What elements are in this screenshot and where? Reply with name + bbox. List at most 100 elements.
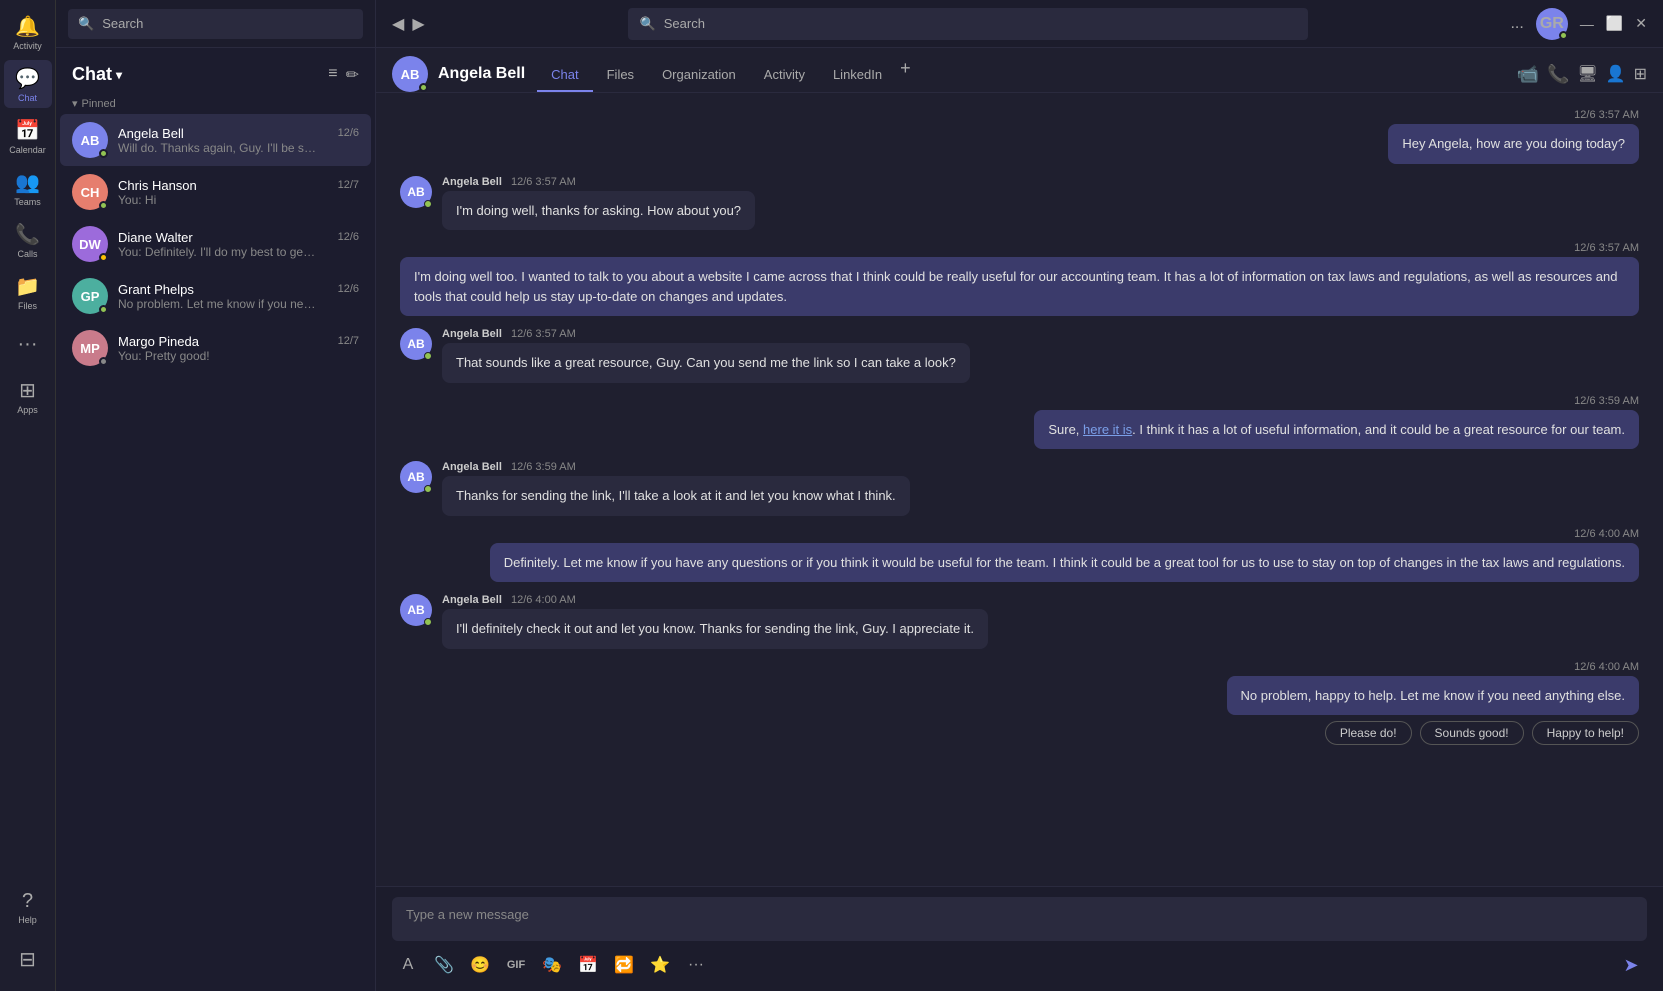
forward-icon[interactable]: ▶ — [412, 14, 424, 34]
chat-preview: Will do. Thanks again, Guy. I'll be sure… — [118, 141, 318, 155]
message-bubble: Hey Angela, how are you doing today? — [1388, 124, 1639, 164]
chat-item-chris-hanson[interactable]: CH Chris Hanson 12/7 You: Hi — [60, 166, 371, 218]
chat-icon: 💬 — [15, 66, 40, 91]
praise-icon[interactable]: ⭐ — [644, 949, 676, 981]
user-avatar[interactable]: GR — [1536, 8, 1568, 40]
filter-icon[interactable]: ≡ — [328, 65, 337, 85]
message-row-8: AB Angela Bell 12/6 4:00 AM I'll definit… — [400, 594, 1639, 649]
message-bubble: No problem, happy to help. Let me know i… — [1227, 676, 1639, 716]
sidebar-item-teams[interactable]: 👥 Teams — [4, 164, 52, 212]
gif-icon[interactable]: GIF — [500, 949, 532, 981]
message-toolbar: A 📎 😊 GIF 🎭 📅 🔁 ⭐ ··· ➤ — [392, 949, 1647, 981]
sidebar-item-calls[interactable]: 📞 Calls — [4, 216, 52, 264]
user-status-dot — [1559, 31, 1568, 40]
emoji-icon[interactable]: 😊 — [464, 949, 496, 981]
back-icon[interactable]: ◀ — [392, 14, 404, 34]
message-avatar: AB — [400, 176, 432, 208]
top-search-bar: 🔍 Search — [56, 0, 375, 48]
chat-item-margo-pineda[interactable]: MP Margo Pineda 12/7 You: Pretty good! — [60, 322, 371, 374]
sidebar-title: Chat ▾ — [72, 64, 122, 85]
chat-item-grant-phelps[interactable]: GP Grant Phelps 12/6 No problem. Let me … — [60, 270, 371, 322]
message-header: Angela Bell 12/6 3:59 AM — [442, 461, 910, 473]
format-text-icon[interactable]: A — [392, 949, 424, 981]
message-row-own-3: 12/6 3:57 AM I'm doing well too. I wante… — [400, 242, 1639, 316]
quick-reply-please-do[interactable]: Please do! — [1325, 721, 1412, 745]
quick-reply-sounds-good[interactable]: Sounds good! — [1420, 721, 1524, 745]
tab-files[interactable]: Files — [593, 59, 648, 92]
chat-apps-icon[interactable]: ⊞ — [1634, 64, 1647, 84]
sidebar-item-activity[interactable]: 🔔 Activity — [4, 8, 52, 56]
chat-item-angela-bell[interactable]: AB Angela Bell 12/6 Will do. Thanks agai… — [60, 114, 371, 166]
message-row-6: AB Angela Bell 12/6 3:59 AM Thanks for s… — [400, 461, 1639, 516]
schedule-meet-icon[interactable]: 📅 — [572, 949, 604, 981]
help-icon: ? — [22, 890, 33, 913]
chat-list: AB Angela Bell 12/6 Will do. Thanks agai… — [56, 114, 375, 374]
activity-icon: 🔔 — [15, 14, 40, 39]
sticker-icon[interactable]: 🎭 — [536, 949, 568, 981]
tab-activity[interactable]: Activity — [750, 59, 819, 92]
message-bubble: I'll definitely check it out and let you… — [442, 609, 988, 649]
link-here-it-is[interactable]: here it is — [1083, 422, 1132, 437]
chat-date: 12/7 — [338, 179, 359, 191]
message-timestamp: 12/6 4:00 AM — [1574, 528, 1639, 540]
loop-icon[interactable]: 🔁 — [608, 949, 640, 981]
message-input-area: Type a new message A 📎 😊 GIF 🎭 📅 🔁 ⭐ ···… — [376, 886, 1663, 991]
new-chat-icon[interactable]: ✏ — [346, 65, 359, 85]
sidebar-item-more[interactable]: ··· — [4, 320, 52, 368]
chat-label: Chat — [18, 93, 37, 103]
chat-date: 12/6 — [338, 127, 359, 139]
message-input-box[interactable]: Type a new message — [392, 897, 1647, 941]
quick-reply-happy-to-help[interactable]: Happy to help! — [1532, 721, 1639, 745]
apps-icon: ⊞ — [19, 378, 36, 403]
quick-replies: Please do! Sounds good! Happy to help! — [1325, 721, 1639, 745]
sidebar-item-panel[interactable]: ⊟ — [4, 935, 52, 983]
message-content: Angela Bell 12/6 3:59 AM Thanks for send… — [442, 461, 910, 516]
sidebar-item-apps[interactable]: ⊞ Apps — [4, 372, 52, 420]
calls-icon: 📞 — [15, 222, 40, 247]
attach-file-icon[interactable]: 📎 — [428, 949, 460, 981]
chat-header-actions: 📹 📞 🖥 👤 ⊞ — [1517, 64, 1647, 85]
chat-name: Angela Bell — [118, 126, 184, 141]
minimize-button[interactable]: — — [1580, 16, 1594, 32]
message-content: Angela Bell 12/6 4:00 AM I'll definitely… — [442, 594, 988, 649]
chat-info: Chris Hanson 12/7 You: Hi — [118, 178, 359, 207]
message-row-own-7: 12/6 4:00 AM Definitely. Let me know if … — [400, 528, 1639, 583]
message-row-own-5: 12/6 3:59 AM Sure, here it is. I think i… — [400, 395, 1639, 450]
audio-call-icon[interactable]: 📞 — [1547, 64, 1569, 85]
calls-label: Calls — [17, 249, 37, 259]
input-placeholder: Type a new message — [406, 907, 529, 922]
message-timestamp: 12/6 3:57 AM — [1574, 242, 1639, 254]
calendar-label: Calendar — [9, 145, 46, 155]
maximize-button[interactable]: ⬜ — [1606, 15, 1623, 32]
online-status-dot — [424, 485, 432, 493]
online-status-dot — [424, 200, 432, 208]
sidebar-item-help[interactable]: ? Help — [4, 883, 52, 931]
add-people-icon[interactable]: 👤 — [1606, 64, 1626, 84]
avatar: GP — [72, 278, 108, 314]
avatar: AB — [72, 122, 108, 158]
chat-item-diane-walter[interactable]: DW Diane Walter 12/6 You: Definitely. I'… — [60, 218, 371, 270]
send-icon: ➤ — [1623, 955, 1638, 976]
chat-preview: No problem. Let me know if you need anyt… — [118, 297, 318, 311]
tab-linkedin[interactable]: LinkedIn — [819, 59, 896, 92]
chat-name: Grant Phelps — [118, 282, 194, 297]
chat-info: Diane Walter 12/6 You: Definitely. I'll … — [118, 230, 359, 259]
sidebar-item-files[interactable]: 📁 Files — [4, 268, 52, 316]
add-tab-button[interactable]: + — [900, 58, 911, 91]
search-bar[interactable]: 🔍 Search — [68, 9, 363, 39]
global-search[interactable]: 🔍 Search — [628, 8, 1308, 40]
screen-share-icon[interactable]: 🖥 — [1577, 64, 1597, 84]
status-dot — [99, 305, 108, 314]
tab-organization[interactable]: Organization — [648, 59, 750, 92]
message-bubble: Thanks for sending the link, I'll take a… — [442, 476, 910, 516]
sidebar-item-chat[interactable]: 💬 Chat — [4, 60, 52, 108]
message-header: Angela Bell 12/6 4:00 AM — [442, 594, 988, 606]
chat-tabs: Chat Files Organization Activity LinkedI… — [537, 58, 910, 91]
close-button[interactable]: ✕ — [1635, 15, 1647, 32]
video-call-icon[interactable]: 📹 — [1517, 64, 1539, 85]
send-button[interactable]: ➤ — [1615, 949, 1647, 981]
sidebar-item-calendar[interactable]: 📅 Calendar — [4, 112, 52, 160]
tab-chat[interactable]: Chat — [537, 59, 592, 92]
more-options-toolbar-icon[interactable]: ··· — [680, 949, 712, 981]
more-options-icon[interactable]: ... — [1510, 15, 1523, 33]
